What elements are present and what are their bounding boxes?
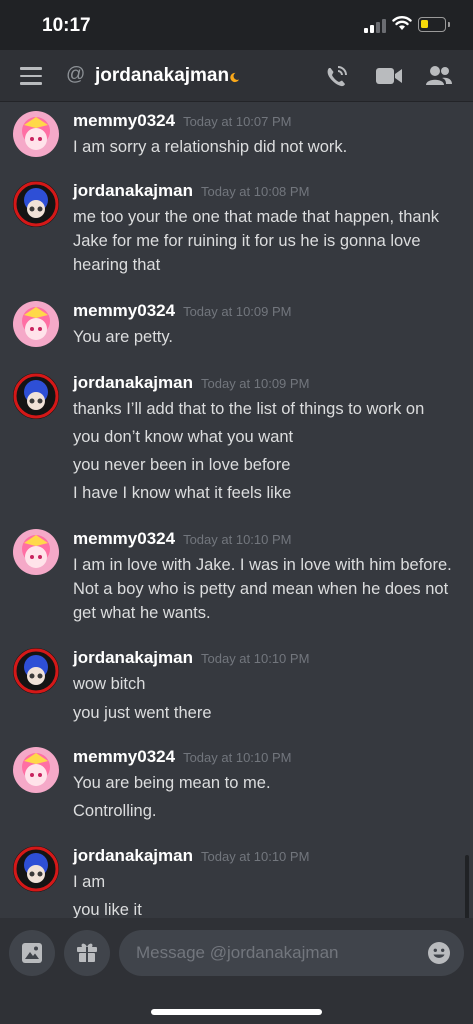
blue-avatar[interactable] [13,846,59,892]
message-timestamp: Today at 10:08 PM [201,184,310,199]
message-text: thanks I’ll add that to the list of thin… [73,400,425,418]
video-call-icon[interactable] [375,64,403,88]
message-text: You are being mean to me. [73,774,271,792]
scrollbar[interactable] [465,855,469,918]
header-title[interactable]: jordanakajman [95,65,229,87]
message-timestamp: Today at 10:10 PM [201,849,310,864]
blue-avatar[interactable] [13,181,59,227]
message-username[interactable]: memmy0324 Today at 10:09 PM [73,301,291,322]
message-text: I am sorry a relationship did not work. [73,138,348,156]
pink-avatar[interactable] [13,111,59,157]
message-text: you just went there [73,704,212,722]
message-text: you never been in love before [73,456,291,474]
message-input[interactable] [119,930,464,976]
status-time: 10:17 [42,15,91,36]
members-icon[interactable] [425,64,453,88]
message-text: I have I know what it feels like [73,484,292,502]
pink-avatar[interactable] [13,529,59,575]
message-username[interactable]: jordanakajman Today at 10:08 PM [73,181,309,202]
message-list[interactable]: memmy0324 Today at 10:07 PM I am sorry a … [0,103,473,918]
at-icon: @ [66,64,86,85]
message-username[interactable]: jordanakajman Today at 10:10 PM [73,846,309,867]
message-text: I am [73,873,106,891]
pink-avatar[interactable] [13,301,59,347]
message-text: I am in love with Jake. I was in love wi… [73,556,452,622]
message-timestamp: Today at 10:10 PM [183,532,292,547]
chat-header: @ jordanakajman [0,50,473,102]
menu-icon[interactable] [20,67,42,85]
message-text: You are petty. [73,328,173,346]
message-text: you like it [73,901,142,918]
battery-level [421,20,428,28]
blue-avatar[interactable] [13,373,59,419]
gift-button[interactable] [64,930,110,976]
emoji-icon[interactable] [427,941,451,965]
pink-avatar[interactable] [13,747,59,793]
cellular-signal-icon [364,19,386,33]
message-username[interactable]: memmy0324 Today at 10:10 PM [73,747,291,768]
message-username[interactable]: jordanakajman Today at 10:10 PM [73,648,309,669]
status-bar: 10:17 [0,0,473,50]
attach-image-button[interactable] [9,930,55,976]
message-timestamp: Today at 10:07 PM [183,114,292,129]
message-text: you don’t know what you want [73,428,294,446]
idle-moon-icon [230,72,240,83]
message-username[interactable]: memmy0324 Today at 10:07 PM [73,111,291,132]
gift-icon [77,943,97,962]
battery-icon [418,17,450,32]
message-composer [0,918,473,1024]
message-timestamp: Today at 10:09 PM [183,304,292,319]
message-username[interactable]: jordanakajman Today at 10:09 PM [73,373,309,394]
message-timestamp: Today at 10:10 PM [201,651,310,666]
voice-call-icon[interactable] [323,64,349,90]
message-timestamp: Today at 10:09 PM [201,376,310,391]
message-text: Controlling. [73,802,157,820]
message-timestamp: Today at 10:10 PM [183,750,292,765]
message-username[interactable]: memmy0324 Today at 10:10 PM [73,529,291,550]
blue-avatar[interactable] [13,648,59,694]
home-indicator[interactable] [151,1009,322,1015]
image-icon [22,943,42,963]
message-text: me too your the one that made that happe… [73,208,440,274]
wifi-icon [392,16,412,30]
message-text: wow bitch [73,675,146,693]
